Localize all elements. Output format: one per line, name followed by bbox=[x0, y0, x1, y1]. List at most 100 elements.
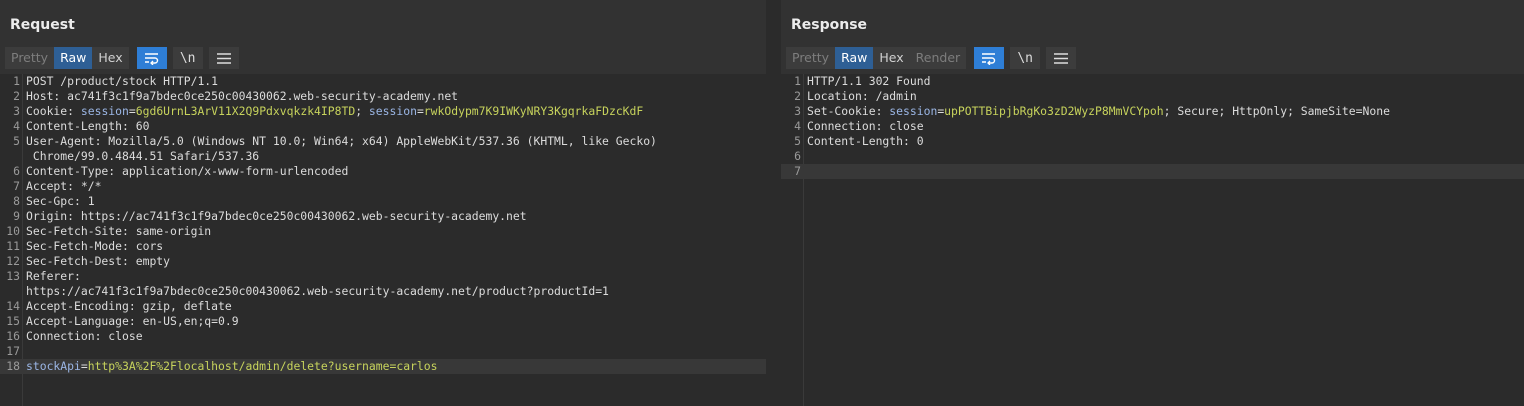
tab-raw[interactable]: Raw bbox=[54, 47, 93, 69]
text-token: https://ac741f3c1f9a7bdec0ce250c00430062… bbox=[26, 284, 609, 298]
code-line: 2 Location: /admin bbox=[781, 89, 1524, 104]
wrap-lines-icon bbox=[982, 52, 996, 65]
tab-pretty[interactable]: Pretty bbox=[5, 47, 55, 69]
request-toolbar: Pretty Raw Hex \n bbox=[5, 47, 239, 69]
tab-render[interactable]: Render bbox=[909, 47, 967, 69]
text-token: POST /product/stock HTTP/1.1 bbox=[26, 74, 219, 88]
line-text: Host: ac741f3c1f9a7bdec0ce250c00430062.w… bbox=[26, 89, 458, 104]
line-number: 3 bbox=[794, 104, 801, 118]
text-token: Location: /admin bbox=[807, 89, 917, 103]
code-line: 9 Origin: https://ac741f3c1f9a7bdec0ce250… bbox=[0, 209, 766, 224]
code-line: https://ac741f3c1f9a7bdec0ce250c00430062… bbox=[0, 284, 766, 299]
code-line: 5 User-Agent: Mozilla/5.0 (Windows NT 10.… bbox=[0, 134, 766, 149]
line-number: 14 bbox=[6, 299, 20, 313]
wrap-lines-button[interactable] bbox=[974, 47, 1005, 69]
text-token: = bbox=[416, 104, 424, 118]
response-toolbar: Pretty Raw Hex Render \n bbox=[786, 47, 1077, 69]
line-number: 1 bbox=[794, 74, 801, 88]
line-number: 6 bbox=[13, 164, 20, 178]
line-number: 2 bbox=[794, 89, 801, 103]
code-line: 2 Host: ac741f3c1f9a7bdec0ce250c00430062.… bbox=[0, 89, 766, 104]
param-name-token: session bbox=[80, 104, 129, 118]
response-pane: Response Pretty Raw Hex Render \n 1 HTTP/… bbox=[781, 0, 1524, 406]
line-number: 9 bbox=[13, 209, 20, 223]
text-token: ; Secure; HttpOnly; SameSite=None bbox=[1163, 104, 1390, 118]
tab-hex[interactable]: Hex bbox=[873, 47, 910, 69]
line-number: 13 bbox=[6, 269, 20, 283]
param-name-token: session bbox=[368, 104, 417, 118]
request-editor[interactable]: 1 POST /product/stock HTTP/1.1 2 Host: ac74… bbox=[0, 74, 766, 406]
menu-button[interactable] bbox=[208, 47, 239, 69]
line-text: HTTP/1.1 302 Found bbox=[807, 74, 930, 89]
text-token: Accept-Language: en-US,en;q=0.9 bbox=[26, 314, 239, 328]
text-token: Chrome/99.0.4844.51 Safari/537.36 bbox=[26, 149, 260, 163]
line-text: Content-Length: 60 bbox=[26, 119, 149, 134]
text-token: Sec-Gpc: 1 bbox=[26, 194, 95, 208]
code-line: 17 bbox=[0, 344, 766, 359]
newline-button[interactable]: \n bbox=[172, 47, 203, 69]
request-code: 1 POST /product/stock HTTP/1.1 2 Host: ac74… bbox=[0, 74, 766, 374]
text-token: Sec-Fetch-Site: same-origin bbox=[26, 224, 212, 238]
param-name-token: stockApi bbox=[26, 359, 81, 373]
line-number: 18 bbox=[6, 359, 20, 373]
line-number: 12 bbox=[6, 254, 20, 268]
line-number: 16 bbox=[6, 329, 20, 343]
param-name-token: session bbox=[889, 104, 938, 118]
code-line: 3 Set-Cookie: session=upPOTTBipjbRgKo3zD2… bbox=[781, 104, 1524, 119]
wrap-lines-icon bbox=[144, 52, 158, 65]
line-text: Set-Cookie: session=upPOTTBipjbRgKo3zD2W… bbox=[807, 104, 1390, 119]
code-line: 1 POST /product/stock HTTP/1.1 bbox=[0, 74, 766, 89]
text-token: Accept-Encoding: gzip, deflate bbox=[26, 299, 232, 313]
code-line: 4 Connection: close bbox=[781, 119, 1524, 134]
text-token: User-Agent: Mozilla/5.0 (Windows NT 10.0… bbox=[26, 134, 657, 148]
wrap-lines-button[interactable] bbox=[136, 47, 167, 69]
response-title: Response bbox=[791, 17, 868, 33]
menu-icon bbox=[1054, 52, 1069, 64]
menu-button[interactable] bbox=[1046, 47, 1077, 69]
line-number: 5 bbox=[13, 134, 20, 148]
text-token: Sec-Fetch-Mode: cors bbox=[26, 239, 164, 253]
code-line: 15 Accept-Language: en-US,en;q=0.9 bbox=[0, 314, 766, 329]
line-number: 4 bbox=[794, 119, 801, 133]
text-token: Content-Length: 0 bbox=[807, 134, 924, 148]
tab-hex[interactable]: Hex bbox=[92, 47, 129, 69]
pane-divider[interactable] bbox=[766, 0, 781, 406]
code-line: 12 Sec-Fetch-Dest: empty bbox=[0, 254, 766, 269]
code-line: 14 Accept-Encoding: gzip, deflate bbox=[0, 299, 766, 314]
line-number: 10 bbox=[6, 224, 20, 238]
code-line: 11 Sec-Fetch-Mode: cors bbox=[0, 239, 766, 254]
code-line: 5 Content-Length: 0 bbox=[781, 134, 1524, 149]
line-number: 8 bbox=[13, 194, 20, 208]
code-line: 8 Sec-Gpc: 1 bbox=[0, 194, 766, 209]
response-editor[interactable]: 1 HTTP/1.1 302 Found 2 Location: /admin 3 Set… bbox=[781, 74, 1524, 406]
value-token: rwkOdypm7K9IWKyNRY3KgqrkaFDzcKdF bbox=[423, 104, 644, 118]
request-pane: Request Pretty Raw Hex \n 1 POST /product… bbox=[0, 0, 766, 406]
code-line: 18 stockApi=http%3A%2F%2Flocalhost/admin/… bbox=[0, 359, 766, 374]
text-token: Content-Type: application/x-www-form-url… bbox=[26, 164, 349, 178]
line-text: User-Agent: Mozilla/5.0 (Windows NT 10.0… bbox=[26, 134, 657, 149]
value-token: 6gd6UrnL3ArV11X2Q9Pdxvqkzk4IP8TD bbox=[135, 104, 356, 118]
newline-icon: \n bbox=[1017, 50, 1033, 66]
line-text: Accept-Language: en-US,en;q=0.9 bbox=[26, 314, 239, 329]
text-token: Sec-Fetch-Dest: empty bbox=[26, 254, 171, 268]
code-line: 10 Sec-Fetch-Site: same-origin bbox=[0, 224, 766, 239]
text-token: = bbox=[128, 104, 136, 118]
line-text: Content-Length: 0 bbox=[807, 134, 924, 149]
line-text: Sec-Fetch-Mode: cors bbox=[26, 239, 163, 254]
line-text: Connection: close bbox=[26, 329, 143, 344]
text-token: Cookie: bbox=[26, 104, 81, 118]
code-line: 3 Cookie: session=6gd6UrnL3ArV11X2Q9Pdxvq… bbox=[0, 104, 766, 119]
text-token: Connection: close bbox=[807, 119, 924, 133]
text-token: Set-Cookie: bbox=[807, 104, 890, 118]
tab-pretty[interactable]: Pretty bbox=[786, 47, 836, 69]
line-text: Accept: */* bbox=[26, 179, 101, 194]
tab-raw[interactable]: Raw bbox=[835, 47, 874, 69]
text-token: Referer: bbox=[26, 269, 81, 283]
value-token: http%3A%2F%2Flocalhost/admin/delete?user… bbox=[87, 359, 438, 373]
response-code: 1 HTTP/1.1 302 Found 2 Location: /admin 3 Set… bbox=[781, 74, 1524, 179]
line-text: stockApi=http%3A%2F%2Flocalhost/admin/de… bbox=[26, 359, 437, 374]
line-text: Accept-Encoding: gzip, deflate bbox=[26, 299, 232, 314]
code-line: 6 Content-Type: application/x-www-form-ur… bbox=[0, 164, 766, 179]
text-token: Content-Length: 60 bbox=[26, 119, 150, 133]
newline-button[interactable]: \n bbox=[1010, 47, 1041, 69]
